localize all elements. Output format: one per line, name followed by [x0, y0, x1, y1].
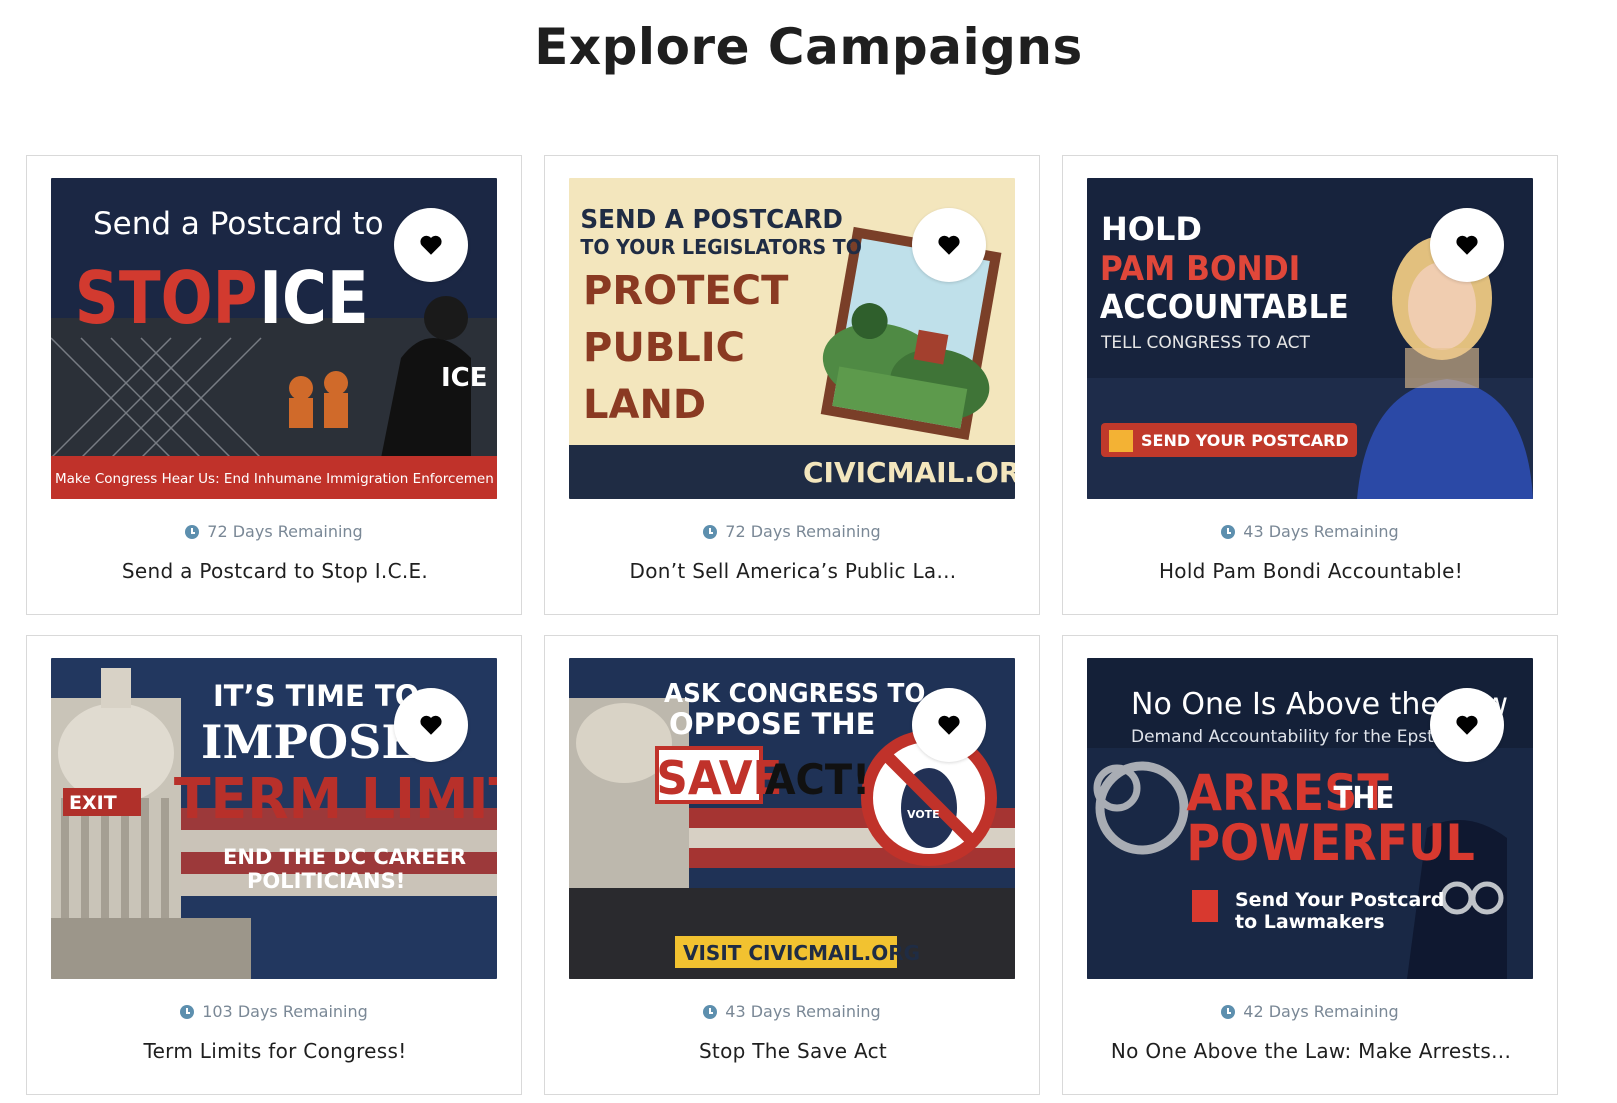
image-text: Send Your Postcard: [1235, 889, 1444, 911]
image-text: PROTECT: [583, 268, 789, 314]
campaign-image[interactable]: ASK CONGRESS TO OPPOSE THE SAVE ACT! VOT…: [569, 658, 1015, 979]
campaign-card[interactable]: ASK CONGRESS TO OPPOSE THE SAVE ACT! VOT…: [544, 635, 1040, 1095]
image-text: EXIT: [69, 792, 117, 814]
days-remaining: 72 Days Remaining: [545, 522, 1039, 541]
image-text: LAND: [583, 382, 706, 428]
clock-icon: [703, 1004, 718, 1019]
heart-icon: [1456, 715, 1478, 735]
campaign-image[interactable]: HOLD PAM BONDI ACCOUNTABLE TELL CONGRESS…: [1087, 178, 1533, 499]
campaign-title[interactable]: Hold Pam Bondi Accountable!: [1073, 559, 1549, 583]
image-text: END THE DC CAREER: [223, 845, 466, 869]
favorite-button[interactable]: [912, 688, 986, 762]
image-text: Demand Accountability for the Epstein: [1131, 727, 1460, 747]
image-text: HOLD: [1101, 210, 1202, 248]
image-text: OPPOSE THE: [669, 707, 875, 741]
clock-icon: [1221, 1004, 1236, 1019]
clock-icon: [180, 1004, 195, 1019]
days-remaining: 42 Days Remaining: [1063, 1002, 1557, 1021]
image-text: TELL CONGRESS TO ACT: [1100, 333, 1311, 353]
image-text: PUBLIC: [583, 325, 745, 371]
heart-icon: [938, 715, 960, 735]
campaign-image[interactable]: EXIT IT’S TIME TO IMPOSE TERM LIMITS END…: [51, 658, 497, 979]
image-text: IMPOSE: [201, 715, 416, 769]
image-text: ICE: [259, 256, 368, 340]
campaign-image[interactable]: No One Is Above the Law Demand Accountab…: [1087, 658, 1533, 979]
campaign-title[interactable]: Don’t Sell America’s Public La...: [555, 559, 1031, 583]
days-remaining-text: 72 Days Remaining: [725, 522, 881, 541]
image-text: ACT!: [765, 755, 871, 804]
image-text: SAVE: [656, 751, 782, 805]
clock-icon: [703, 524, 718, 539]
days-remaining-text: 43 Days Remaining: [725, 1002, 881, 1021]
page-title: Explore Campaigns: [534, 18, 1083, 76]
image-text: STOP: [75, 256, 258, 340]
campaign-title[interactable]: Term Limits for Congress!: [37, 1039, 513, 1063]
image-text: ASK CONGRESS TO: [664, 677, 925, 708]
image-text: to Lawmakers: [1235, 911, 1385, 933]
image-text: TERM LIMITS: [174, 766, 497, 831]
image-text: ICE: [441, 363, 488, 393]
days-remaining-text: 42 Days Remaining: [1243, 1002, 1399, 1021]
favorite-button[interactable]: [394, 208, 468, 282]
image-text: POLITICIANS!: [247, 869, 405, 893]
clock-icon: [1221, 524, 1236, 539]
days-remaining-text: 72 Days Remaining: [207, 522, 363, 541]
days-remaining: 103 Days Remaining: [27, 1002, 521, 1021]
image-text: VISIT CIVICMAIL.ORG: [683, 941, 920, 965]
clock-icon: [185, 524, 200, 539]
heart-icon: [1456, 235, 1478, 255]
image-text: Send a Postcard to: [93, 206, 384, 242]
campaign-card[interactable]: EXIT IT’S TIME TO IMPOSE TERM LIMITS END…: [26, 635, 522, 1095]
image-text: THE: [1334, 780, 1395, 815]
heart-icon: [420, 715, 442, 735]
campaign-card[interactable]: HOLD PAM BONDI ACCOUNTABLE TELL CONGRESS…: [1062, 155, 1558, 615]
image-text: IT’S TIME TO: [213, 679, 419, 713]
favorite-button[interactable]: [1430, 208, 1504, 282]
favorite-button[interactable]: [394, 688, 468, 762]
campaign-image[interactable]: SEND A POSTCARD TO YOUR LEGISLATORS TO P…: [569, 178, 1015, 499]
days-remaining-text: 103 Days Remaining: [202, 1002, 368, 1021]
campaign-card[interactable]: No One Is Above the Law Demand Accountab…: [1062, 635, 1558, 1095]
campaign-image[interactable]: Send a Postcard to STOP ICE ICE Make Con…: [51, 178, 497, 499]
campaign-title[interactable]: No One Above the Law: Make Arrests...: [1073, 1039, 1549, 1063]
days-remaining: 43 Days Remaining: [545, 1002, 1039, 1021]
campaign-title[interactable]: Send a Postcard to Stop I.C.E.: [37, 559, 513, 583]
image-text: VOTE: [907, 808, 940, 821]
heart-icon: [420, 235, 442, 255]
image-text: TO YOUR LEGISLATORS TO: [580, 236, 861, 260]
favorite-button[interactable]: [912, 208, 986, 282]
days-remaining-text: 43 Days Remaining: [1243, 522, 1399, 541]
favorite-button[interactable]: [1430, 688, 1504, 762]
campaign-card[interactable]: Send a Postcard to STOP ICE ICE Make Con…: [26, 155, 522, 615]
image-text: SEND YOUR POSTCARD: [1141, 431, 1349, 450]
image-text: ACCOUNTABLE: [1100, 289, 1349, 326]
days-remaining: 43 Days Remaining: [1063, 522, 1557, 541]
campaign-title[interactable]: Stop The Save Act: [555, 1039, 1031, 1063]
image-text: Make Congress Hear Us: End Inhumane Immi…: [55, 471, 494, 487]
image-text: SEND A POSTCARD: [580, 203, 843, 234]
image-text: POWERFUL: [1186, 814, 1474, 872]
campaign-card[interactable]: SEND A POSTCARD TO YOUR LEGISLATORS TO P…: [544, 155, 1040, 615]
image-text: CIVICMAIL.ORG: [803, 456, 1015, 489]
days-remaining: 72 Days Remaining: [27, 522, 521, 541]
image-text: PAM BONDI: [1100, 249, 1300, 289]
heart-icon: [938, 235, 960, 255]
